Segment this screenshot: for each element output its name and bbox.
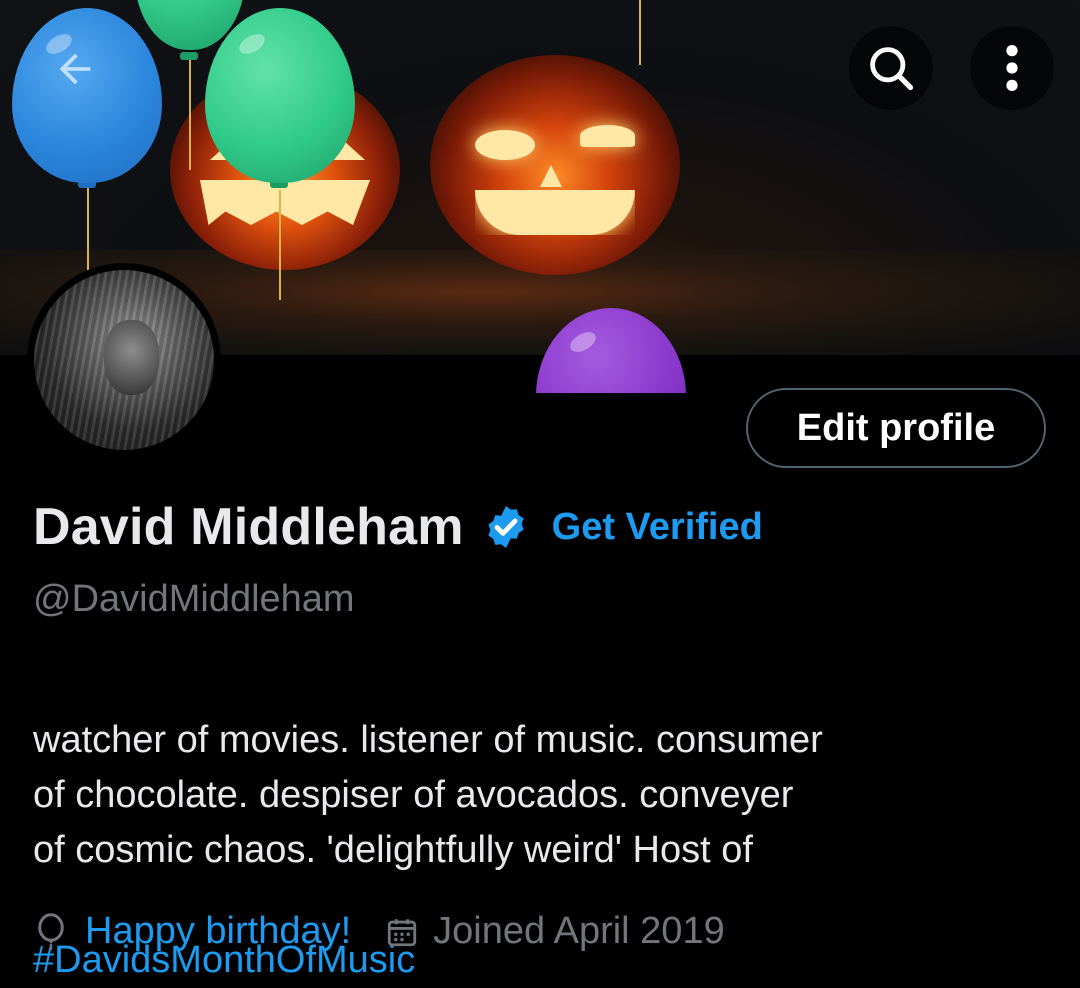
balloon-icon	[38, 912, 64, 950]
balloon-knot	[180, 52, 198, 60]
avatar[interactable]	[27, 263, 221, 457]
avatar-photo	[34, 270, 214, 450]
profile-meta-row: Happy birthday! Joined April 2019	[33, 910, 725, 953]
arrow-left-icon	[59, 53, 91, 85]
bio-text: watcher of movies. listener of music. co…	[33, 719, 823, 871]
jack-o-lantern-right	[430, 55, 680, 275]
joined-item: Joined April 2019	[385, 910, 725, 953]
get-verified-link[interactable]: Get Verified	[552, 506, 763, 549]
balloon-string	[189, 60, 191, 170]
search-icon	[870, 47, 914, 91]
verified-badge-icon[interactable]	[482, 503, 530, 551]
user-handle: @DavidMiddleham	[33, 578, 355, 620]
calendar-icon	[387, 918, 417, 946]
more-options-button[interactable]	[970, 26, 1054, 110]
green-balloon	[205, 8, 355, 183]
more-vertical-icon	[1006, 45, 1018, 91]
joined-date: Joined April 2019	[433, 910, 725, 952]
search-button[interactable]	[849, 26, 933, 110]
balloon-string	[639, 0, 641, 65]
back-button[interactable]	[33, 27, 117, 111]
profile-name-row: David Middleham Get Verified	[33, 497, 763, 557]
edit-profile-button[interactable]: Edit profile	[746, 388, 1046, 468]
birthday-link[interactable]: Happy birthday!	[85, 910, 351, 953]
display-name: David Middleham	[33, 498, 464, 556]
birthday-item[interactable]: Happy birthday!	[33, 910, 351, 953]
balloon-string	[279, 190, 281, 300]
